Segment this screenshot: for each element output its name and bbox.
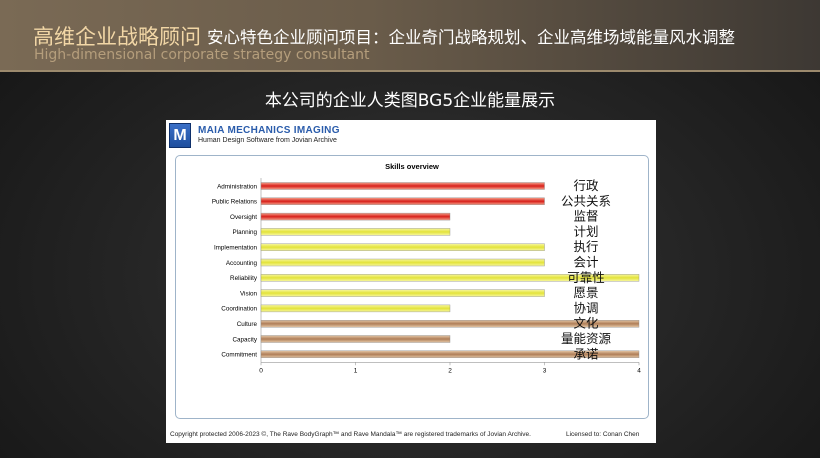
category-label: Planning [232,229,257,236]
skill-bar [260,243,545,251]
bar-annotation: 文化 [573,316,599,331]
skill-bar [260,335,451,343]
category-label: Administration [217,183,257,190]
chart-title: Skills overview [385,162,439,171]
category-label: Vision [240,290,258,297]
copyright-notice: Copyright protected 2006-2023 ©, The Rav… [170,431,531,438]
category-label: Coordination [221,306,257,313]
bar-annotation: 承诺 [573,347,598,361]
app-subtitle: Human Design Software from Jovian Archiv… [198,137,337,144]
bar-annotation: 可靠性 [567,271,605,285]
x-tick-label: 4 [637,367,641,374]
license-info: Licensed to: Conan Chen [566,431,640,438]
app-name: MAIA MECHANICS IMAGING [198,125,340,136]
category-label: Implementation [214,245,258,252]
x-tick-label: 2 [448,367,452,374]
skill-bar [260,289,545,297]
bar-annotation: 愿景 [573,286,598,300]
slide-title: 本公司的企业人类图BG5企业能量展示 [264,91,556,111]
category-label: Accounting [226,260,258,267]
skill-bar [260,212,451,221]
bar-annotation: 协调 [573,300,598,315]
x-tick-label: 0 [259,367,263,374]
skill-bar [260,228,451,236]
category-label: Reliability [230,275,258,282]
header-bar: 高维企业战略顾问 安心特色企业顾问项目：企业奇门战略规划、企业高维场域能量风水调… [0,0,820,72]
bar-annotation: 会计 [573,256,598,270]
header-tagline: 安心特色企业顾问项目：企业奇门战略规划、企业高维场域能量风水调整 [207,28,735,47]
header-subtitle: High-dimensional corporate strategy cons… [34,47,370,63]
category-label: Capacity [233,336,258,343]
category-label: Public Relations [212,199,257,206]
header-divider [0,70,820,72]
x-tick-label: 1 [354,367,358,374]
chart-frame: Skills overview 0 1 2 3 4 Administration 行政 Pub… [175,155,649,419]
category-label: Commitment [221,352,257,359]
skill-bar [260,197,545,205]
bar-annotation: 行政 [573,179,599,193]
bar-annotation: 量能资源 [561,332,612,346]
bar-annotation: 计划 [573,225,598,239]
skill-bar [260,304,451,313]
bar-annotation: 执行 [573,240,598,254]
maia-logo-icon: M [169,123,191,148]
bar-annotation: 公共关系 [561,194,611,208]
skill-bar [260,182,545,190]
bar-annotation: 监督 [573,209,598,224]
software-panel: M MAIA MECHANICS IMAGING Human Design So… [166,120,656,443]
skill-bar [260,258,545,267]
category-label: Culture [237,321,258,328]
x-tick-label: 3 [543,367,547,374]
skills-chart: Skills overview 0 1 2 3 4 Administration 行政 Pub… [212,162,641,374]
category-label: Oversight [230,214,257,221]
